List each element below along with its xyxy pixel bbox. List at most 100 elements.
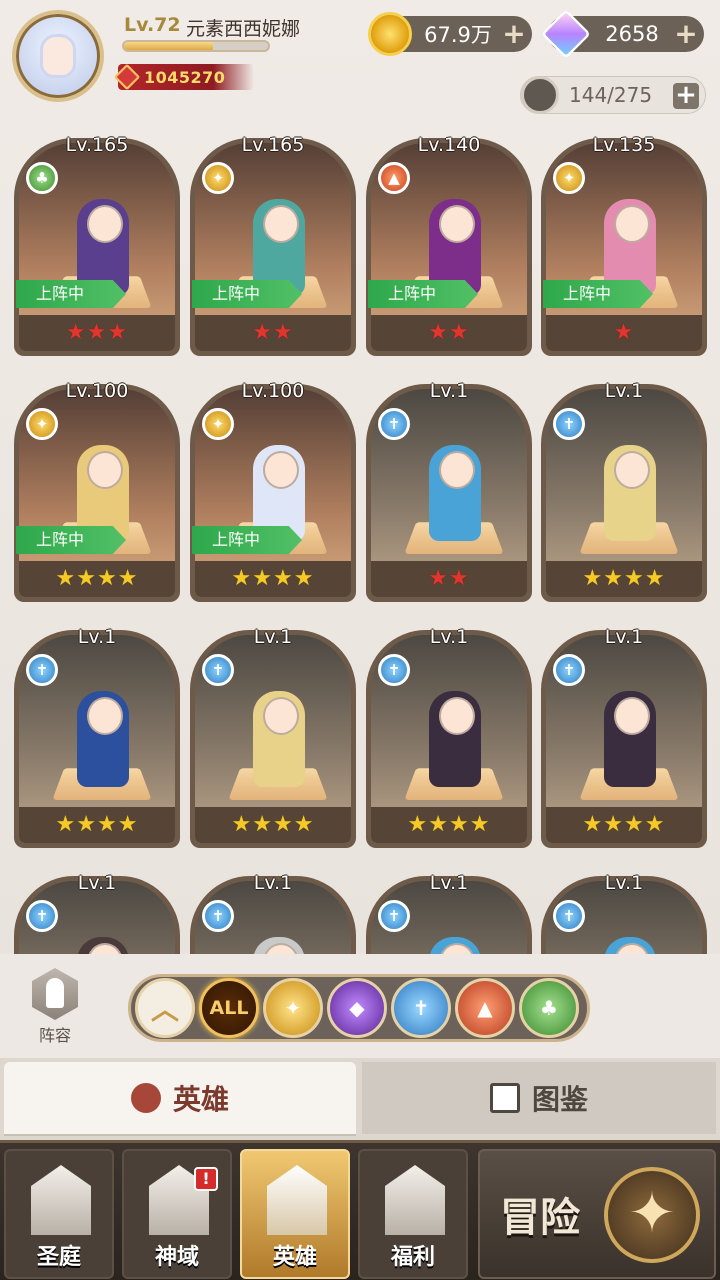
formation-label: 阵容 — [38, 1026, 71, 1045]
hero-card[interactable]: ★★★★ Lv.100 ✦ 上阵中 — [14, 374, 180, 602]
hero-card[interactable]: ★★ Lv.140 ▲ 上阵中 — [366, 128, 532, 356]
hero-level: Lv.1 — [77, 626, 117, 648]
hero-card[interactable]: ★★★★ Lv.1 ✝ — [541, 374, 707, 602]
formation-button[interactable]: 阵容 — [22, 968, 88, 1046]
bottom-nav: 圣庭 ! 神域 英雄 福利 冒险 — [0, 1140, 720, 1280]
gold-counter: 67.9万 + — [368, 12, 532, 56]
hero-stars: ★ — [613, 320, 635, 345]
faction-fire-icon: ▲ — [378, 162, 410, 194]
hero-stars: ★★★ — [65, 320, 129, 345]
player-avatar[interactable] — [12, 10, 104, 102]
tab-heroes-label: 英雄 — [172, 1083, 229, 1116]
hero-screen: Lv.72 元素西西妮娜 1045270 67.9万 + 2658 + 144/… — [0, 0, 720, 1280]
diamond-value: 2658 — [605, 22, 659, 46]
exp-bar — [122, 40, 270, 52]
hero-card[interactable]: Lv.1 ✝ — [14, 866, 180, 954]
filter-light-button[interactable]: ✦ — [263, 978, 323, 1038]
expand-slots-button[interactable]: + — [673, 82, 699, 109]
hero-card[interactable]: ★★★★ Lv.100 ✦ 上阵中 — [190, 374, 356, 602]
hero-card[interactable]: ★★ Lv.1 ✝ — [366, 374, 532, 602]
hero-card[interactable]: ★★★★ Lv.1 ✝ — [14, 620, 180, 848]
power-gem-icon — [113, 63, 141, 91]
diamond-counter: 2658 + — [541, 9, 704, 59]
hero-slots-counter: 144/275 + — [520, 76, 706, 114]
nav-welfare[interactable]: 福利 — [358, 1149, 468, 1279]
nav-sanctuary[interactable]: 圣庭 — [4, 1149, 114, 1279]
faction-light-icon: ✦ — [553, 162, 585, 194]
hero-card[interactable]: Lv.1 ✝ — [366, 866, 532, 954]
faction-water-icon: ✝ — [26, 654, 58, 686]
hero-level: Lv.1 — [604, 872, 644, 894]
gold-coin-icon — [368, 12, 412, 56]
chess-pawn-icon — [46, 978, 64, 1008]
faction-water-icon: ✝ — [553, 654, 585, 686]
filter-fire-button[interactable]: ▲ — [455, 978, 515, 1038]
compass-icon — [604, 1167, 700, 1263]
add-diamond-button[interactable]: + — [674, 20, 698, 48]
tab-codex-label: 图鉴 — [531, 1083, 588, 1116]
nav-adventure-label: 冒险 — [500, 1195, 580, 1241]
collapse-filter-button[interactable]: ︿ — [135, 978, 195, 1038]
faction-water-icon: ✝ — [412, 996, 430, 1020]
faction-fire-icon: ▲ — [477, 996, 493, 1020]
tab-codex[interactable]: 图鉴 — [362, 1062, 716, 1134]
filter-nature-button[interactable]: ♣ — [519, 978, 579, 1038]
filter-dark-button[interactable]: ◆ — [327, 978, 387, 1038]
deployed-badge: 上阵中 — [192, 280, 302, 308]
hero-stars: ★★★★ — [231, 566, 315, 591]
hero-card[interactable]: ★★★★ Lv.1 ✝ — [366, 620, 532, 848]
nav-adventure[interactable]: 冒险 — [478, 1149, 716, 1279]
filter-bar: 阵容 ︿ ALL ✦ ◆ ✝ ▲ ♣ — [0, 954, 720, 1058]
nav-divine[interactable]: ! 神域 — [122, 1149, 232, 1279]
hero-stars: ★★★★ — [55, 566, 139, 591]
hero-card[interactable]: Lv.1 ✝ — [541, 866, 707, 954]
tab-heroes[interactable]: 英雄 — [4, 1062, 356, 1134]
hero-card[interactable]: ★★ Lv.165 ✦ 上阵中 — [190, 128, 356, 356]
hero-stars: ★★★★ — [582, 812, 666, 837]
hero-slots-value: 144/275 — [569, 83, 653, 107]
deployed-badge: 上阵中 — [192, 526, 302, 554]
nav-sanctuary-label: 圣庭 — [36, 1245, 81, 1270]
faction-light-icon: ✦ — [26, 408, 58, 440]
filter-all-button[interactable]: ALL — [199, 978, 259, 1038]
hero-card[interactable]: ★ Lv.135 ✦ 上阵中 — [541, 128, 707, 356]
hero-level: Lv.165 — [65, 134, 129, 156]
hero-stars: ★★ — [428, 320, 470, 345]
faction-dark-icon: ◆ — [349, 996, 365, 1020]
hero-sprite — [604, 445, 656, 541]
hero-stars: ★★ — [252, 320, 294, 345]
hero-stars: ★★★★ — [231, 812, 315, 837]
deployed-badge: 上阵中 — [16, 280, 126, 308]
hero-card[interactable]: ★★★ Lv.165 ♣ 上阵中 — [14, 128, 180, 356]
hero-level: Lv.135 — [592, 134, 656, 156]
faction-nature-icon: ♣ — [26, 162, 58, 194]
treasure-chest-icon — [385, 1165, 445, 1235]
faction-nature-icon: ♣ — [540, 996, 558, 1020]
faction-water-icon: ✝ — [553, 408, 585, 440]
hero-level: Lv.1 — [429, 872, 469, 894]
hero-level: Lv.1 — [77, 872, 117, 894]
codex-book-icon — [489, 1083, 520, 1113]
faction-water-icon: ✝ — [378, 654, 410, 686]
player-name: 元素西西妮娜 — [186, 18, 301, 40]
hero-level: Lv.100 — [65, 380, 129, 402]
hero-sprite — [604, 937, 656, 954]
hero-sprite — [429, 445, 481, 541]
exp-bar-fill — [124, 42, 214, 50]
hero-card[interactable]: ★★★★ Lv.1 ✝ — [190, 620, 356, 848]
hero-subtabs: 英雄 图鉴 — [0, 1058, 720, 1140]
hero-card[interactable]: Lv.1 ✝ — [190, 866, 356, 954]
diamond-icon — [541, 9, 591, 59]
hero-level: Lv.1 — [253, 872, 293, 894]
hero-grid: ★★★ Lv.165 ♣ 上阵中 ★★ Lv.165 ✦ 上阵中 ★★ Lv.140 ▲ 上阵中 ★ Lv… — [0, 128, 720, 954]
faction-light-icon: ✦ — [202, 162, 234, 194]
add-gold-button[interactable]: + — [502, 20, 526, 48]
nav-welfare-label: 福利 — [390, 1245, 435, 1270]
filter-water-button[interactable]: ✝ — [391, 978, 451, 1038]
hero-sprite — [604, 691, 656, 787]
hero-level: Lv.1 — [429, 380, 469, 402]
hero-sprite — [77, 691, 129, 787]
faction-filter-group: ︿ ALL ✦ ◆ ✝ ▲ ♣ — [128, 974, 590, 1042]
nav-heroes[interactable]: 英雄 — [240, 1149, 350, 1279]
hero-card[interactable]: ★★★★ Lv.1 ✝ — [541, 620, 707, 848]
